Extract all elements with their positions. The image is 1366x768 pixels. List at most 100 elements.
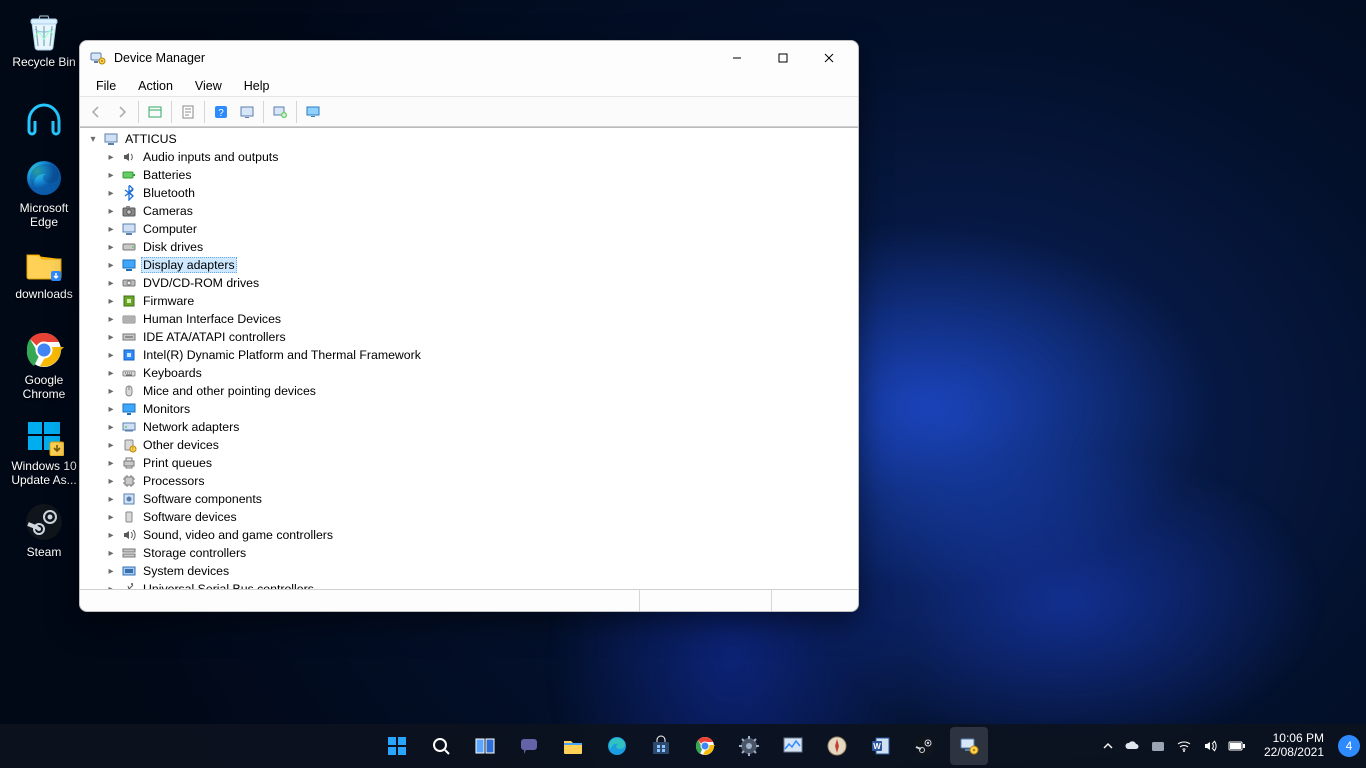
chevron-right-icon[interactable]: ▸	[104, 456, 118, 470]
tree-category[interactable]: ▸ Disk drives	[82, 238, 850, 256]
tree-category[interactable]: ▸ Computer	[82, 220, 850, 238]
chevron-right-icon[interactable]: ▸	[104, 186, 118, 200]
taskbar-search-icon[interactable]	[422, 727, 460, 765]
chevron-right-icon[interactable]: ▸	[104, 474, 118, 488]
chevron-right-icon[interactable]: ▸	[104, 564, 118, 578]
toolbar-forward[interactable]	[110, 100, 134, 124]
tree-category[interactable]: ▸ DVD/CD-ROM drives	[82, 274, 850, 292]
tree-category[interactable]: ▸ Software devices	[82, 508, 850, 526]
chevron-right-icon[interactable]: ▸	[104, 240, 118, 254]
tree-category[interactable]: ▸ System devices	[82, 562, 850, 580]
titlebar[interactable]: Device Manager	[80, 41, 858, 75]
taskbar-edge-icon[interactable]	[598, 727, 636, 765]
desktop-icon-recycle-bin[interactable]: Recycle Bin	[4, 4, 84, 90]
tree-category[interactable]: ▸ Display adapters	[82, 256, 850, 274]
toolbar-update-driver[interactable]	[268, 100, 292, 124]
desktop-icon-chrome[interactable]: Google Chrome	[4, 322, 84, 408]
tray-battery-icon[interactable]	[1228, 740, 1246, 752]
taskbar-start-icon[interactable]	[378, 727, 416, 765]
taskbar-task-view-icon[interactable]	[466, 727, 504, 765]
chevron-right-icon[interactable]: ▸	[104, 492, 118, 506]
chevron-right-icon[interactable]: ▸	[104, 420, 118, 434]
toolbar-refresh[interactable]	[235, 100, 259, 124]
tray-volume-icon[interactable]	[1202, 738, 1218, 754]
desktop-icon-downloads[interactable]: downloads	[4, 236, 84, 322]
toolbar-back[interactable]	[84, 100, 108, 124]
taskbar-clock[interactable]: 10:06 PM 22/08/2021	[1256, 732, 1332, 760]
taskbar-process-explorer-icon[interactable]	[774, 727, 812, 765]
tree-category[interactable]: ▸ Print queues	[82, 454, 850, 472]
menu-help[interactable]: Help	[234, 77, 280, 95]
chevron-right-icon[interactable]: ▸	[104, 276, 118, 290]
chevron-right-icon[interactable]: ▸	[104, 222, 118, 236]
taskbar-word-icon[interactable]: W	[862, 727, 900, 765]
tree-category[interactable]: ▸ Universal Serial Bus controllers	[82, 580, 850, 589]
chevron-right-icon[interactable]: ▸	[104, 510, 118, 524]
menu-file[interactable]: File	[86, 77, 126, 95]
tray-chevron-up-icon[interactable]	[1102, 740, 1114, 752]
tree-category-label: Other devices	[141, 438, 221, 452]
chevron-right-icon[interactable]: ▸	[104, 258, 118, 272]
chevron-right-icon[interactable]: ▸	[104, 366, 118, 380]
chevron-right-icon[interactable]: ▸	[104, 204, 118, 218]
toolbar-scan-hardware[interactable]	[301, 100, 325, 124]
chevron-right-icon[interactable]: ▸	[104, 528, 118, 542]
chevron-right-icon[interactable]: ▸	[104, 294, 118, 308]
menu-action[interactable]: Action	[128, 77, 183, 95]
tree-category[interactable]: ▸ Human Interface Devices	[82, 310, 850, 328]
taskbar-microsoft-store-icon[interactable]	[642, 727, 680, 765]
taskbar-steam-icon[interactable]	[906, 727, 944, 765]
toolbar-help[interactable]: ?	[209, 100, 233, 124]
menu-view[interactable]: View	[185, 77, 232, 95]
chevron-right-icon[interactable]: ▸	[104, 330, 118, 344]
tree-category[interactable]: ▸ ! Other devices	[82, 436, 850, 454]
chevron-right-icon[interactable]: ▸	[104, 348, 118, 362]
tree-root[interactable]: ▾ ATTICUS	[82, 130, 850, 148]
device-tree[interactable]: ▾ ATTICUS ▸ Audio inputs and outputs ▸ B…	[80, 128, 858, 589]
tray-teams-icon[interactable]	[1150, 738, 1166, 754]
chevron-right-icon[interactable]: ▸	[104, 168, 118, 182]
chevron-right-icon[interactable]: ▸	[104, 384, 118, 398]
chevron-right-icon[interactable]: ▸	[104, 582, 118, 589]
desktop-icon-win10-update[interactable]: Windows 10 Update As...	[4, 408, 84, 494]
chevron-down-icon[interactable]: ▾	[86, 132, 100, 146]
chevron-right-icon[interactable]: ▸	[104, 150, 118, 164]
tree-category[interactable]: ▸ Mice and other pointing devices	[82, 382, 850, 400]
maximize-button[interactable]	[760, 43, 806, 73]
tray-wifi-icon[interactable]	[1176, 738, 1192, 754]
tree-category[interactable]: ▸ Firmware	[82, 292, 850, 310]
taskbar-chrome-icon[interactable]	[686, 727, 724, 765]
tree-category[interactable]: ▸ Cameras	[82, 202, 850, 220]
tree-category[interactable]: ▸ Network adapters	[82, 418, 850, 436]
tree-category[interactable]: ▸ IDE ATA/ATAPI controllers	[82, 328, 850, 346]
tree-category[interactable]: ▸ Bluetooth	[82, 184, 850, 202]
taskbar-settings-icon[interactable]	[730, 727, 768, 765]
tree-category[interactable]: ▸ Processors	[82, 472, 850, 490]
tray-onedrive-icon[interactable]	[1124, 738, 1140, 754]
desktop-icon-edge[interactable]: Microsoft Edge	[4, 150, 84, 236]
tree-category[interactable]: ▸ Storage controllers	[82, 544, 850, 562]
tree-category[interactable]: ▸ Intel(R) Dynamic Platform and Thermal …	[82, 346, 850, 364]
taskbar-device-manager-icon[interactable]	[950, 727, 988, 765]
chevron-right-icon[interactable]: ▸	[104, 312, 118, 326]
taskbar-compass-icon[interactable]	[818, 727, 856, 765]
tree-category[interactable]: ▸ Monitors	[82, 400, 850, 418]
tree-category[interactable]: ▸ Audio inputs and outputs	[82, 148, 850, 166]
chevron-right-icon[interactable]: ▸	[104, 438, 118, 452]
tree-category[interactable]: ▸ Sound, video and game controllers	[82, 526, 850, 544]
taskbar-chat-icon[interactable]	[510, 727, 548, 765]
close-button[interactable]	[806, 43, 852, 73]
taskbar-file-explorer-icon[interactable]	[554, 727, 592, 765]
toolbar-separator	[171, 101, 172, 123]
tree-category[interactable]: ▸ Batteries	[82, 166, 850, 184]
minimize-button[interactable]	[714, 43, 760, 73]
notification-badge[interactable]: 4	[1338, 735, 1360, 757]
desktop-icon-audacity[interactable]	[4, 90, 84, 150]
tree-category[interactable]: ▸ Software components	[82, 490, 850, 508]
chevron-right-icon[interactable]: ▸	[104, 402, 118, 416]
chevron-right-icon[interactable]: ▸	[104, 546, 118, 560]
tree-category[interactable]: ▸ Keyboards	[82, 364, 850, 382]
desktop-icon-steam[interactable]: Steam	[4, 494, 84, 580]
toolbar-show-hidden[interactable]	[143, 100, 167, 124]
toolbar-properties[interactable]	[176, 100, 200, 124]
